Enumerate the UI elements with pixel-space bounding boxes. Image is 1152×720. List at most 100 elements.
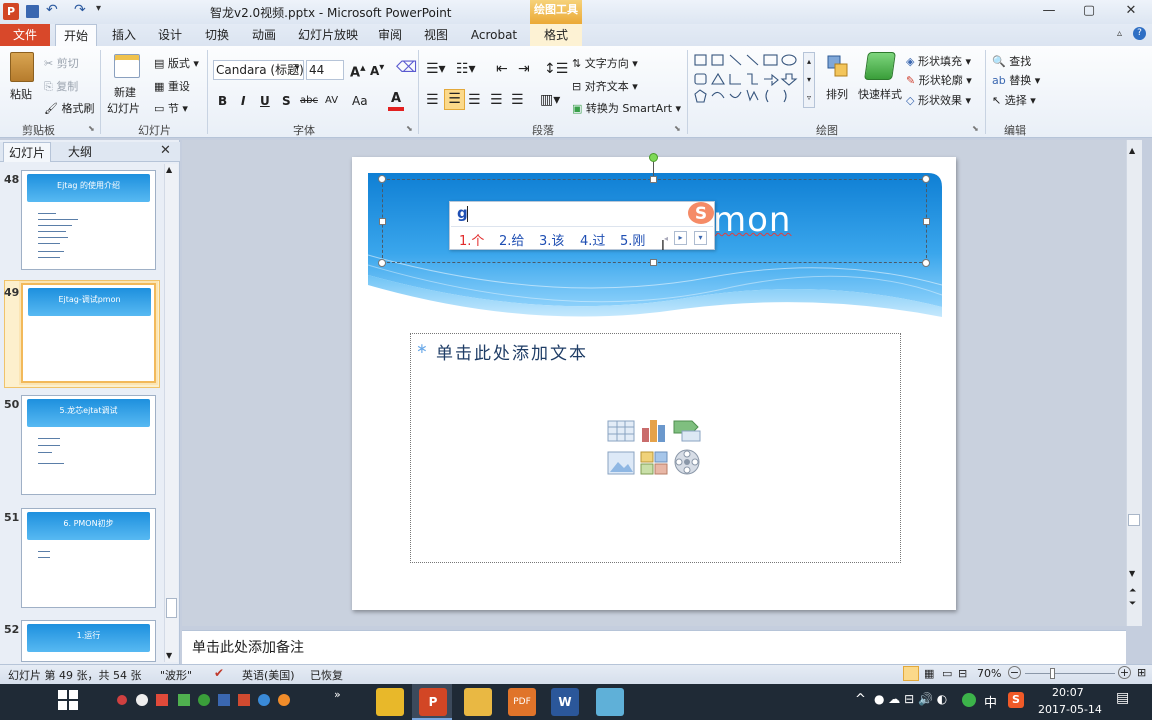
replace-button[interactable]: ab 替换 ▾ — [992, 72, 1040, 88]
justify-button[interactable]: ☰ — [490, 92, 503, 108]
find-button[interactable]: 🔍 查找 — [992, 53, 1031, 69]
close-pane-icon[interactable]: ✕ — [160, 143, 171, 158]
scroll-up-icon[interactable]: ▲ — [166, 165, 172, 174]
fit-to-window-icon[interactable]: ⊞ — [1137, 666, 1146, 679]
zoom-slider[interactable] — [1025, 673, 1115, 674]
arrange-icon[interactable] — [826, 54, 850, 80]
text-shadow-button[interactable]: S — [282, 94, 291, 108]
bold-button[interactable]: B — [218, 94, 227, 108]
editor-scrollbar[interactable] — [1126, 140, 1142, 626]
bullets-button[interactable]: ☰▾ — [426, 61, 446, 77]
previous-slide-icon[interactable]: ⏶ — [1129, 586, 1136, 596]
ime-candidate[interactable]: 4.过 — [580, 230, 605, 249]
shape-effects-button[interactable]: ◇ 形状效果 ▾ — [906, 92, 971, 108]
decrease-indent-button[interactable]: ⇤ — [496, 61, 508, 77]
tab-format[interactable]: 格式 — [530, 24, 582, 46]
minimize-ribbon-icon[interactable]: ▵ — [1117, 28, 1122, 39]
windows-start-icon[interactable] — [57, 689, 79, 711]
slide-thumbnail[interactable]: Ejtag 的使用介绍 — [21, 170, 156, 270]
resize-handle[interactable] — [650, 259, 657, 266]
align-right-button[interactable]: ☰ — [468, 92, 481, 108]
resize-handle[interactable] — [379, 218, 386, 225]
insert-smartart-icon[interactable] — [672, 419, 702, 443]
shape-outline-button[interactable]: ✎ 形状轮廓 ▾ — [906, 72, 972, 88]
next-slide-icon[interactable]: ⏷ — [1129, 599, 1136, 609]
notification-icon[interactable]: ▤ — [1116, 690, 1129, 706]
paste-button-label[interactable]: 粘贴 — [10, 86, 32, 102]
drawing-launcher-icon[interactable]: ⬊ — [972, 124, 979, 133]
rotation-handle[interactable] — [649, 153, 658, 162]
slide-thumbnail[interactable]: 6. PMON初步 — [21, 508, 156, 608]
editor-scroll-down-icon[interactable]: ▼ — [1129, 569, 1135, 578]
paste-icon[interactable] — [10, 52, 34, 82]
quick-launch-icons[interactable] — [116, 690, 316, 710]
tab-view[interactable]: 视图 — [416, 24, 456, 46]
new-slide-button-label-2[interactable]: 幻灯片 — [107, 100, 140, 116]
minimize-button[interactable]: — — [1032, 0, 1066, 24]
slide-thumbnail-selected[interactable]: Ejtag-调试pmon — [21, 283, 156, 383]
text-direction-button[interactable]: ⇅ 文字方向 ▾ — [572, 55, 638, 71]
shapes-gallery[interactable] — [692, 52, 802, 108]
select-button[interactable]: ↖ 选择 ▾ — [992, 92, 1036, 108]
format-painter-button[interactable]: 🖌 格式刷 — [44, 100, 94, 116]
content-placeholder[interactable] — [410, 333, 901, 563]
save-icon[interactable] — [26, 5, 39, 18]
zoom-level[interactable]: 70% — [977, 667, 1001, 680]
font-color-icon[interactable]: A — [388, 91, 404, 111]
notes-pane[interactable] — [182, 630, 1126, 664]
taskbar-app-icon[interactable] — [596, 688, 624, 716]
quick-styles-icon[interactable] — [864, 52, 896, 80]
insert-clipart-icon[interactable] — [640, 450, 668, 476]
slide-thumbnail[interactable]: 5.龙芯ejtat调试 — [21, 395, 156, 495]
tab-design[interactable]: 设计 — [150, 24, 190, 46]
powerpoint-logo-icon[interactable]: P — [3, 3, 19, 20]
ime-candidate[interactable]: 1.个 — [459, 230, 484, 249]
layout-button[interactable]: ▤ 版式 ▾ — [154, 55, 199, 71]
spell-check-icon[interactable]: ✔ — [214, 666, 224, 680]
tab-slideshow[interactable]: 幻灯片放映 — [292, 24, 364, 46]
tab-file[interactable]: 文件 — [0, 24, 50, 46]
clipboard-launcher-icon[interactable]: ⬊ — [88, 124, 95, 133]
scroll-down-icon[interactable]: ▼ — [166, 651, 172, 660]
resize-handle[interactable] — [378, 175, 386, 183]
ime-candidate[interactable]: 2.给 — [499, 230, 524, 249]
resize-handle[interactable] — [922, 259, 930, 267]
distribute-button[interactable]: ☰ — [511, 92, 524, 108]
tab-slides-pane[interactable]: 幻灯片 — [3, 142, 51, 162]
paragraph-launcher-icon[interactable]: ⬊ — [674, 124, 681, 133]
redo-icon[interactable]: ↷ — [74, 2, 86, 18]
clock-date[interactable]: 2017-05-14 — [1038, 703, 1102, 716]
reading-view-button[interactable]: ▭ — [942, 667, 952, 680]
scroll-thumb[interactable] — [166, 598, 177, 618]
insert-table-icon[interactable] — [607, 419, 635, 443]
pdf-icon[interactable]: PDF — [508, 688, 536, 716]
word-taskbar-icon[interactable]: W — [551, 688, 579, 716]
new-slide-button-label[interactable]: 新建 — [114, 84, 136, 100]
resize-handle[interactable] — [650, 176, 657, 183]
align-center-button[interactable]: ☰ — [444, 89, 465, 110]
ime-next-page-icon[interactable]: ▸ — [674, 231, 687, 245]
slide-thumbnail[interactable]: 1.运行 — [21, 620, 156, 662]
columns-button[interactable]: ▥▾ — [540, 92, 560, 108]
cut-button[interactable]: ✂ 剪切 — [44, 55, 79, 71]
numbering-button[interactable]: ☷▾ — [456, 61, 476, 77]
shrink-font-icon[interactable]: A▾ — [370, 62, 384, 78]
resize-handle[interactable] — [923, 218, 930, 225]
normal-view-button[interactable] — [903, 666, 919, 681]
taskbar-app-icon[interactable] — [376, 688, 404, 716]
powerpoint-taskbar-icon[interactable]: P — [419, 688, 447, 716]
tab-acrobat[interactable]: Acrobat — [464, 24, 524, 46]
font-name-dropdown-icon[interactable]: ▾ — [295, 63, 300, 73]
reset-button[interactable]: ▦ 重设 — [154, 78, 190, 94]
tab-insert[interactable]: 插入 — [104, 24, 144, 46]
help-icon[interactable]: ? — [1133, 27, 1146, 40]
slideshow-view-button[interactable]: ⊟ — [958, 667, 967, 680]
increase-indent-button[interactable]: ⇥ — [518, 61, 530, 77]
underline-button[interactable]: U — [260, 94, 270, 108]
section-button[interactable]: ▭ 节 ▾ — [154, 100, 188, 116]
tab-transitions[interactable]: 切换 — [197, 24, 237, 46]
character-spacing-button[interactable]: AV — [325, 95, 338, 106]
insert-media-icon[interactable] — [672, 448, 702, 476]
copy-button[interactable]: ⎘ 复制 — [44, 78, 78, 94]
insert-chart-icon[interactable] — [640, 417, 668, 443]
